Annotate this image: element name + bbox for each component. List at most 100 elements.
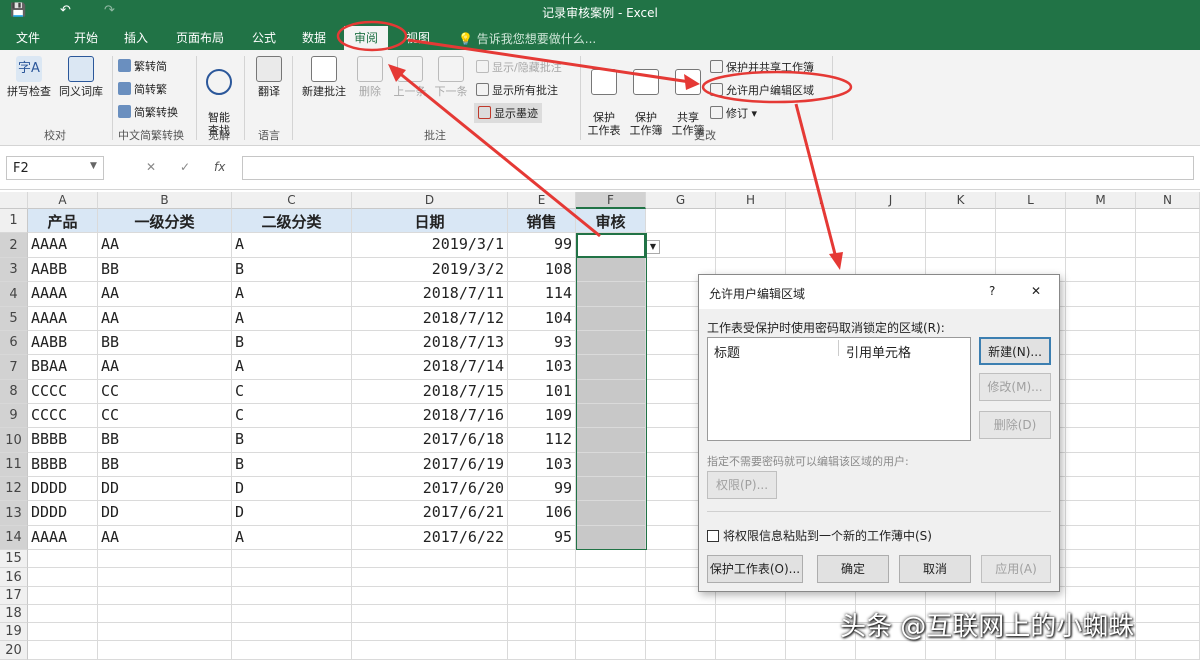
cell[interactable]: 销售 xyxy=(508,209,576,233)
protect-sheet-dialog-button[interactable]: 保护工作表(O)... xyxy=(707,555,803,583)
row-header[interactable]: 11 xyxy=(0,453,28,477)
row-header[interactable]: 13 xyxy=(0,501,28,526)
row-header[interactable]: 7 xyxy=(0,355,28,380)
cell[interactable] xyxy=(576,453,646,477)
smart-lookup-button[interactable]: 智能 查找 xyxy=(200,56,238,137)
cell[interactable]: AA xyxy=(98,307,232,331)
row-header[interactable]: 10 xyxy=(0,428,28,453)
tab-file[interactable]: 文件 xyxy=(16,29,40,46)
row-header[interactable]: 1 xyxy=(0,209,28,233)
cell[interactable]: CCCC xyxy=(28,380,98,404)
delete-comment-button[interactable]: 删除 xyxy=(352,56,388,98)
cell[interactable] xyxy=(28,550,98,568)
spell-check-button[interactable]: 字A 拼写检查 xyxy=(6,56,52,98)
cell[interactable] xyxy=(508,568,576,587)
cell[interactable] xyxy=(1136,428,1200,453)
cell[interactable]: 2018/7/12 xyxy=(352,307,508,331)
cell[interactable] xyxy=(1136,641,1200,660)
protect-sheet-button[interactable]: 保护 工作表 xyxy=(584,56,624,137)
cell[interactable]: D xyxy=(232,477,352,501)
cell[interactable] xyxy=(1066,355,1136,380)
cell[interactable]: AAAA xyxy=(28,282,98,307)
cell[interactable]: 103 xyxy=(508,453,576,477)
cell[interactable]: 日期 xyxy=(352,209,508,233)
cell[interactable] xyxy=(646,641,716,660)
row-header[interactable]: 16 xyxy=(0,568,28,587)
protect-share-button[interactable]: 保护并共享工作簿 xyxy=(710,59,814,75)
cell[interactable] xyxy=(926,233,996,258)
cell[interactable] xyxy=(98,568,232,587)
cell[interactable] xyxy=(28,641,98,660)
cell[interactable] xyxy=(1066,307,1136,331)
cell[interactable] xyxy=(1136,209,1200,233)
cell[interactable] xyxy=(576,526,646,550)
cell[interactable] xyxy=(576,550,646,568)
cell[interactable] xyxy=(352,641,508,660)
cell[interactable]: BB xyxy=(98,428,232,453)
column-header[interactable]: K xyxy=(926,192,996,209)
apply-button[interactable]: 应用(A) xyxy=(981,555,1051,583)
checkbox[interactable] xyxy=(707,530,719,542)
cell[interactable] xyxy=(1066,477,1136,501)
cell[interactable] xyxy=(1066,587,1136,605)
cell[interactable]: 2017/6/21 xyxy=(352,501,508,526)
row-header[interactable]: 3 xyxy=(0,258,28,282)
cell[interactable] xyxy=(1136,331,1200,355)
column-header[interactable]: E xyxy=(508,192,576,209)
cell[interactable] xyxy=(1066,453,1136,477)
cell[interactable] xyxy=(1136,307,1200,331)
cell[interactable] xyxy=(352,568,508,587)
cell[interactable]: A xyxy=(232,526,352,550)
t2s-button[interactable]: 繁转简 xyxy=(118,58,167,74)
column-header[interactable]: F xyxy=(576,192,646,209)
track-changes-button[interactable]: 修订 ▾ xyxy=(710,105,757,121)
allow-edit-ranges-button[interactable]: 允许用户编辑区域 xyxy=(710,82,814,98)
tell-me-box[interactable]: 💡 告诉我您想要做什么... xyxy=(458,30,596,47)
cell[interactable]: BB xyxy=(98,258,232,282)
cell[interactable] xyxy=(1136,453,1200,477)
thesaurus-button[interactable]: 同义词库 xyxy=(56,56,106,98)
cell[interactable]: 104 xyxy=(508,307,576,331)
cell[interactable]: BB xyxy=(98,331,232,355)
cell[interactable] xyxy=(786,209,856,233)
column-header[interactable]: H xyxy=(716,192,786,209)
cell[interactable] xyxy=(98,641,232,660)
cell[interactable] xyxy=(232,623,352,641)
cell[interactable]: BBBB xyxy=(28,428,98,453)
row-header[interactable]: 14 xyxy=(0,526,28,550)
cell[interactable] xyxy=(576,331,646,355)
cell[interactable]: 2018/7/16 xyxy=(352,404,508,428)
close-icon[interactable]: ✕ xyxy=(1031,284,1041,298)
modify-range-button[interactable]: 修改(M)... xyxy=(979,373,1051,401)
row-header[interactable]: 20 xyxy=(0,641,28,660)
cell[interactable]: 2017/6/22 xyxy=(352,526,508,550)
cell[interactable]: AA xyxy=(98,526,232,550)
cell[interactable] xyxy=(1136,355,1200,380)
cell[interactable] xyxy=(576,477,646,501)
list-header-ref[interactable]: 引用单元格 xyxy=(846,342,911,361)
cell[interactable]: CC xyxy=(98,404,232,428)
cell[interactable] xyxy=(576,605,646,623)
cell[interactable] xyxy=(1066,331,1136,355)
cell[interactable] xyxy=(646,623,716,641)
cell[interactable] xyxy=(646,209,716,233)
cell[interactable] xyxy=(576,380,646,404)
cell[interactable] xyxy=(1136,587,1200,605)
cell[interactable]: B xyxy=(232,453,352,477)
cell[interactable]: C xyxy=(232,404,352,428)
cancel-button[interactable]: 取消 xyxy=(899,555,971,583)
cell[interactable] xyxy=(1066,233,1136,258)
cell[interactable]: DDDD xyxy=(28,501,98,526)
help-icon[interactable]: ? xyxy=(989,284,995,298)
cell[interactable]: 99 xyxy=(508,233,576,258)
new-range-button[interactable]: 新建(N)... xyxy=(979,337,1051,365)
row-header[interactable]: 8 xyxy=(0,380,28,404)
cell[interactable]: 2018/7/14 xyxy=(352,355,508,380)
cell[interactable] xyxy=(1066,641,1136,660)
cell[interactable] xyxy=(508,623,576,641)
cell[interactable]: 114 xyxy=(508,282,576,307)
cell[interactable] xyxy=(508,550,576,568)
row-header[interactable]: 9 xyxy=(0,404,28,428)
cell[interactable] xyxy=(576,404,646,428)
cell[interactable] xyxy=(1066,380,1136,404)
